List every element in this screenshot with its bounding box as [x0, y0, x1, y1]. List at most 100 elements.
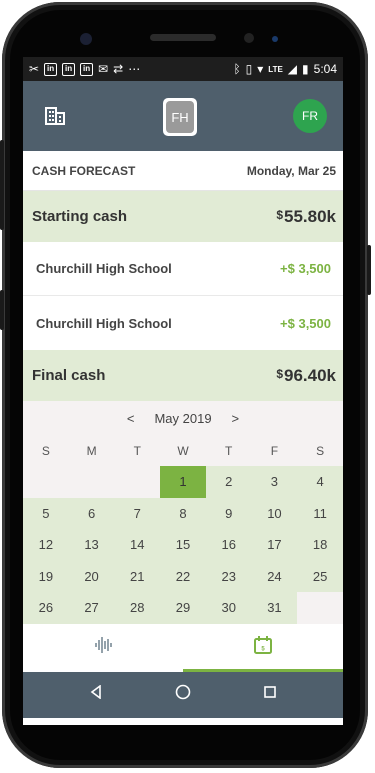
battery-icon: ▮ [302, 62, 309, 76]
waveform-icon [94, 636, 112, 659]
calendar-grid: S M T W T F S 1 2 3 4 5 6 7 8 9 10 11 12 13 14 15 16 17 18 19 20 21… [23, 436, 343, 624]
bottom-nav: 5 [23, 623, 343, 672]
wifi-icon: ▾ [257, 62, 264, 76]
calendar-day[interactable]: 24 [251, 560, 298, 592]
linkedin-icon: in [44, 62, 58, 76]
signal-icon: ◢ [287, 62, 298, 76]
forecast-date[interactable]: Monday, Mar 25 [247, 164, 336, 178]
calendar-day[interactable]: 22 [160, 560, 206, 592]
recents-icon[interactable] [263, 685, 277, 704]
calendar-day[interactable]: 26 [23, 592, 69, 624]
transaction-row[interactable]: Churchill High School +$ 3,500 [23, 242, 343, 296]
calendar-day[interactable]: 13 [68, 529, 115, 561]
calendar-day[interactable]: 5 [23, 497, 69, 529]
calendar: < May 2019 > S M T W T F S 1 2 3 4 5 6 7 8 9 10 11 12 13 14 1… [23, 401, 343, 624]
vibrate-icon: ▯ [245, 62, 253, 76]
bluetooth-icon: ᛒ [233, 62, 241, 76]
next-month-button[interactable]: > [232, 411, 240, 426]
prev-month-button[interactable]: < [127, 411, 135, 426]
calendar-day[interactable]: 7 [114, 497, 161, 529]
final-cash-label: Final cash [32, 367, 106, 384]
tab-calendar[interactable]: 5 [183, 624, 343, 672]
company-logo[interactable]: FH [163, 98, 197, 136]
calendar-day[interactable]: 27 [68, 592, 115, 624]
weekday-header: T [225, 444, 233, 458]
calendar-month-label: May 2019 [154, 411, 212, 426]
currency-symbol: $ [276, 207, 283, 222]
status-time: 5:04 [313, 62, 337, 76]
calendar-day[interactable]: 18 [297, 529, 343, 561]
linkedin-icon: in [62, 62, 76, 76]
final-cash-value: 96.40k [284, 365, 336, 385]
starting-cash-amount: $55.80k [276, 207, 336, 227]
calendar-day[interactable]: 14 [114, 529, 161, 561]
calendar-day[interactable]: 25 [297, 560, 343, 592]
calendar-nav: < May 2019 > [23, 401, 343, 436]
transaction-row[interactable]: Churchill High School +$ 3,500 [23, 296, 343, 350]
calendar-empty-cell [114, 466, 161, 498]
app-screen: ✂ in in in ✉ ⇄ ⋯ ᛒ ▯ ▾ LTE ◢ ▮ 5:04 FH F… [23, 57, 343, 725]
currency-symbol: $ [276, 366, 283, 381]
calendar-day[interactable]: 2 [205, 466, 252, 498]
calendar-day[interactable]: 19 [23, 560, 69, 592]
calendar-day[interactable]: 15 [160, 529, 206, 561]
starting-cash-value: 55.80k [284, 206, 336, 226]
calendar-day[interactable]: 31 [251, 592, 298, 624]
calendar-day[interactable]: 28 [114, 592, 161, 624]
calendar-day[interactable]: 4 [297, 466, 343, 498]
calendar-day[interactable]: 29 [160, 592, 206, 624]
building-icon[interactable] [45, 107, 65, 130]
calendar-day[interactable]: 9 [205, 497, 252, 529]
transaction-amount: +$ 3,500 [280, 261, 331, 276]
back-icon[interactable] [89, 684, 103, 704]
weekday-header: S [316, 444, 325, 458]
calendar-day[interactable]: 6 [68, 497, 115, 529]
front-camera [244, 33, 254, 43]
final-cash-row: Final cash $96.40k [23, 350, 343, 401]
calendar-day[interactable]: 30 [205, 592, 252, 624]
calendar-day[interactable]: 23 [205, 560, 252, 592]
sync-icon: ⇄ [113, 62, 124, 76]
transaction-name: Churchill High School [36, 315, 172, 331]
calendar-day[interactable]: 10 [251, 497, 298, 529]
forecast-title: CASH FORECAST [32, 163, 136, 178]
tab-activity[interactable] [23, 624, 183, 672]
earpiece-speaker [150, 34, 216, 41]
phone-side-button-left [0, 140, 4, 230]
notification-icons: ✂ in in in ✉ ⇄ ⋯ [29, 62, 233, 76]
calendar-day[interactable]: 16 [205, 529, 252, 561]
calendar-icon: 5 [253, 635, 273, 660]
status-bar: ✂ in in in ✉ ⇄ ⋯ ᛒ ▯ ▾ LTE ◢ ▮ 5:04 [23, 57, 343, 81]
svg-text:5: 5 [261, 647, 265, 653]
calendar-day-selected[interactable]: 1 [160, 466, 206, 498]
weekday-header: W [177, 444, 189, 458]
phone-side-button-left-lower [0, 290, 4, 330]
transaction-name: Churchill High School [36, 261, 172, 276]
calendar-empty-cell [297, 592, 343, 624]
system-icons: ᛒ ▯ ▾ LTE ◢ ▮ 5:04 [233, 62, 337, 76]
scissors-icon: ✂ [29, 62, 40, 76]
front-sensor [80, 33, 92, 45]
forecast-header: CASH FORECAST Monday, Mar 25 [23, 151, 343, 191]
app-bar: FH FR [23, 81, 343, 151]
calendar-day[interactable]: 12 [23, 529, 69, 561]
calendar-day[interactable]: 17 [251, 529, 298, 561]
calendar-day[interactable]: 21 [114, 560, 161, 592]
calendar-day[interactable]: 20 [68, 560, 115, 592]
user-avatar[interactable]: FR [293, 99, 327, 133]
calendar-day[interactable]: 11 [297, 497, 343, 529]
transaction-amount: +$ 3,500 [280, 315, 331, 331]
phone-side-button-right [367, 245, 371, 295]
final-cash-amount: $96.40k [276, 366, 336, 386]
weekday-header: M [86, 444, 97, 458]
starting-cash-label: Starting cash [32, 208, 128, 225]
proximity-sensor [272, 36, 278, 42]
weekday-header: S [41, 444, 50, 458]
calendar-empty-cell [23, 466, 69, 498]
calendar-day[interactable]: 8 [160, 497, 206, 529]
home-icon[interactable] [175, 684, 191, 705]
system-nav-bar [23, 671, 343, 718]
calendar-empty-cell [68, 466, 115, 498]
calendar-day[interactable]: 3 [251, 466, 298, 498]
network-type: LTE [268, 64, 283, 74]
